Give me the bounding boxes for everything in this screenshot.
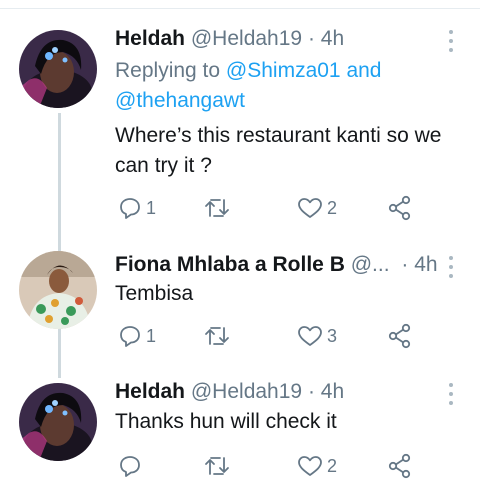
share-icon [387, 453, 413, 479]
user-handle[interactable]: @Heldah19 [191, 27, 302, 50]
user-handle[interactable]: @... [351, 253, 390, 276]
separator-dot: · [307, 27, 315, 50]
share-button[interactable] [387, 321, 413, 351]
display-name[interactable]: Heldah [115, 27, 185, 50]
retweet-icon [204, 324, 230, 348]
tweet-text: Tembisa [115, 282, 194, 305]
like-button[interactable]: 2 [297, 451, 337, 481]
like-count: 2 [327, 455, 338, 476]
like-button[interactable]: 2 [297, 193, 337, 223]
share-button[interactable] [387, 193, 413, 223]
mention-link[interactable]: @Shimza01 [226, 59, 341, 82]
heart-icon [297, 196, 323, 220]
like-count: 2 [327, 197, 338, 218]
timestamp[interactable]: 4h [321, 380, 344, 403]
reply-count: 1 [146, 325, 157, 346]
share-button[interactable] [387, 451, 413, 481]
more-vertical-icon[interactable] [441, 30, 461, 52]
reply-icon [118, 324, 142, 348]
tweet-actions: 2 [115, 451, 415, 481]
tweet-actions: 1 2 [115, 193, 415, 223]
tweet-heldah-1[interactable]: Heldah @Heldah19 · 4h Replying to @Shimz… [0, 0, 480, 378]
reply-icon [118, 196, 142, 220]
reply-button[interactable]: 1 [118, 321, 156, 351]
tweet-heldah-2[interactable]: Heldah @Heldah19 · 4h Thanks hun will ch… [0, 366, 480, 492]
retweet-button[interactable] [204, 193, 234, 223]
replying-to-prefix: Replying to [115, 59, 221, 82]
heart-icon [297, 324, 323, 348]
like-button[interactable]: 3 [297, 321, 337, 351]
more-vertical-icon[interactable] [441, 256, 461, 278]
timestamp[interactable]: 4h [414, 253, 437, 276]
heart-icon [297, 454, 323, 478]
mention-and[interactable]: and [346, 59, 381, 82]
user-handle[interactable]: @Heldah19 [191, 380, 302, 403]
retweet-button[interactable] [204, 451, 234, 481]
avatar-heldah[interactable] [19, 30, 97, 108]
retweet-icon [204, 196, 230, 220]
retweet-icon [204, 454, 230, 478]
separator-dot: · [307, 380, 315, 403]
mention-link[interactable]: @thehangawt [115, 89, 245, 112]
tweet-header: Heldah @Heldah19 · 4h [115, 380, 344, 404]
reply-icon [118, 454, 142, 478]
retweet-button[interactable] [204, 321, 234, 351]
tweet-text: Where’s this restaurant kanti so we can … [115, 124, 442, 177]
display-name[interactable]: Fiona Mhlaba a Rolle B [115, 253, 345, 276]
tweet-header: Heldah @Heldah19 · 4h [115, 27, 344, 51]
timestamp[interactable]: 4h [321, 27, 344, 50]
replying-to: Replying to @Shimza01 and @thehangawt [115, 56, 445, 116]
tweet-header: Fiona Mhlaba a Rolle B @... · 4h [115, 253, 438, 277]
avatar-heldah[interactable] [19, 383, 97, 461]
avatar-fiona[interactable] [19, 251, 97, 329]
share-icon [387, 195, 413, 221]
tweet-actions: 1 3 [115, 321, 415, 351]
tweet-fiona[interactable]: Fiona Mhlaba a Rolle B @... · 4h Tembisa… [0, 235, 480, 366]
reply-button[interactable]: 1 [118, 193, 156, 223]
share-icon [387, 323, 413, 349]
tweet-text: Thanks hun will check it [115, 410, 337, 433]
reply-count: 1 [146, 197, 157, 218]
separator-dot: · [401, 253, 409, 276]
reply-button[interactable] [118, 451, 146, 481]
more-vertical-icon[interactable] [441, 383, 461, 405]
like-count: 3 [327, 325, 338, 346]
display-name[interactable]: Heldah [115, 380, 185, 403]
